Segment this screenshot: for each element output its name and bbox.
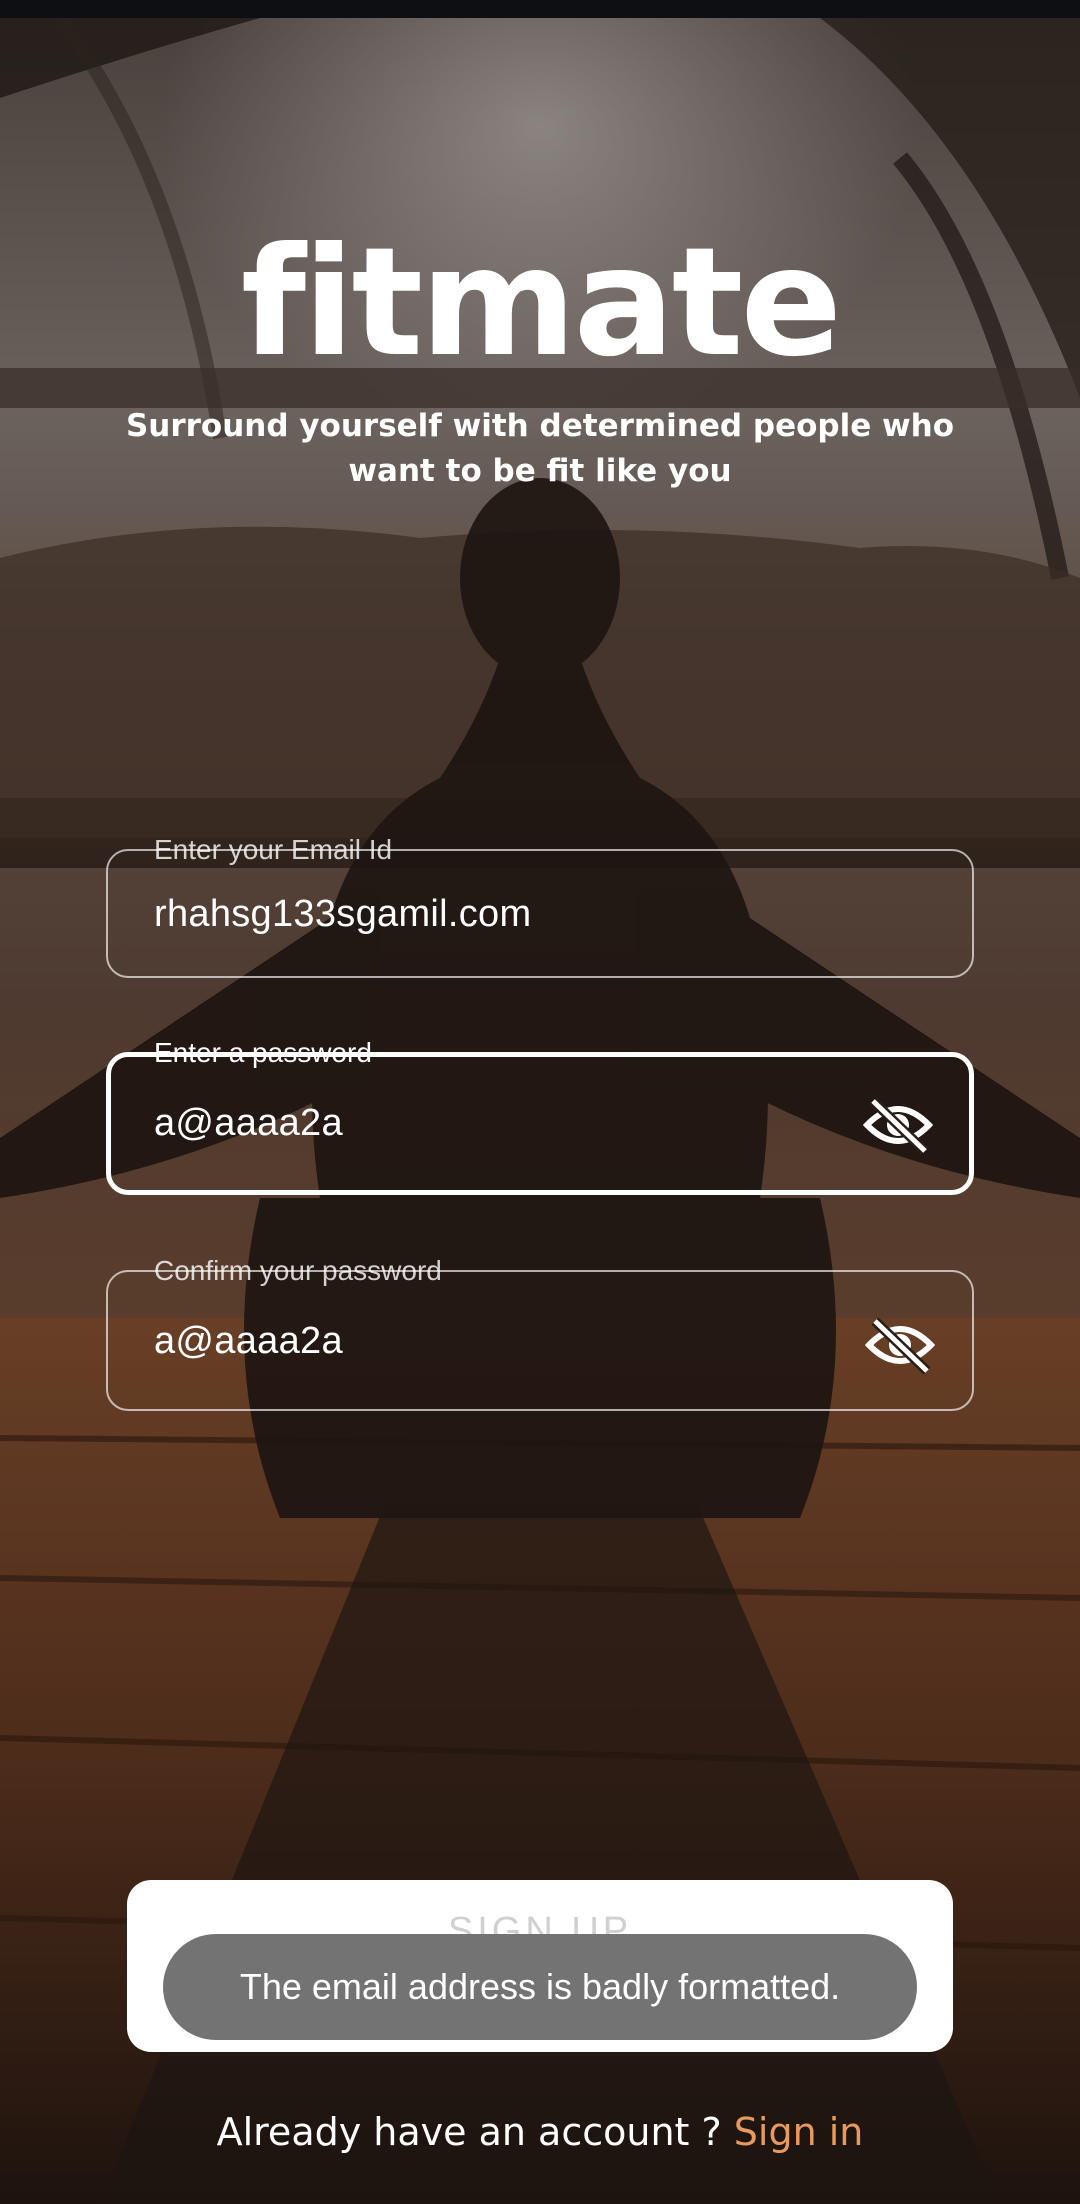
password-field[interactable]: Enter a password a@aaaa2a (106, 1037, 974, 1195)
toast-message: The email address is badly formatted. (239, 1966, 841, 2007)
tagline: Surround yourself with determined people… (125, 408, 955, 489)
email-field-value[interactable]: rhahsg133sgamil.com (154, 893, 531, 936)
eye-off-icon[interactable] (864, 1315, 936, 1375)
sign-in-link[interactable]: Sign in (734, 2110, 864, 2154)
error-toast: The email address is badly formatted. (163, 1934, 917, 2040)
eye-off-icon[interactable] (862, 1095, 934, 1155)
confirm-password-field[interactable]: Confirm your password a@aaaa2a (106, 1255, 974, 1411)
email-field[interactable]: Enter your Email Id rhahsg133sgamil.com (106, 834, 974, 978)
password-field-label: Enter a password (154, 1037, 372, 1068)
footer-prompt: Already have an account ? (216, 2110, 734, 2154)
status-bar (0, 0, 1080, 18)
sign-up-button[interactable]: SIGN UP The email address is badly forma… (127, 1880, 953, 2052)
app-logo: fitmate (240, 216, 842, 390)
confirm-password-field-label: Confirm your password (154, 1255, 442, 1286)
footer: Already have an account ? Sign in (0, 2110, 1080, 2154)
email-field-label: Enter your Email Id (154, 834, 393, 865)
password-field-value[interactable]: a@aaaa2a (154, 1102, 343, 1145)
confirm-password-field-value[interactable]: a@aaaa2a (154, 1320, 343, 1363)
